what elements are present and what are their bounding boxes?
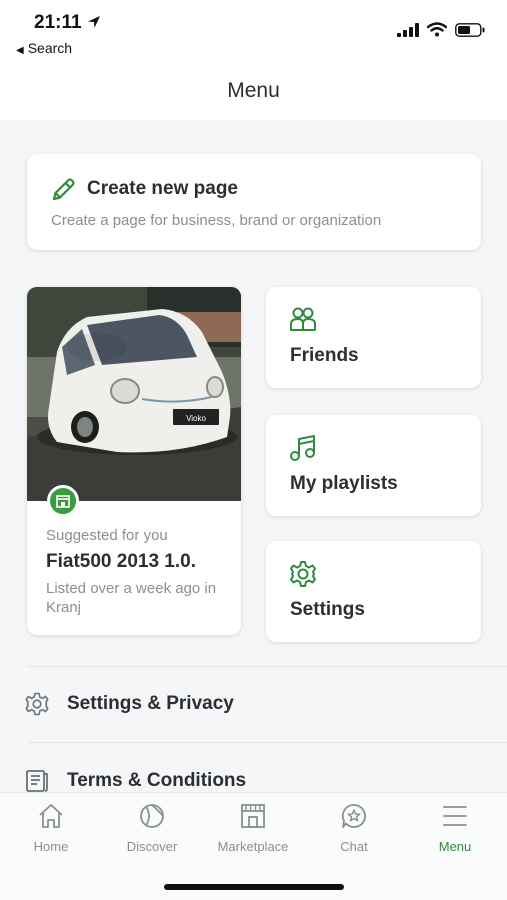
tab-discover-label: Discover [126,839,178,854]
terms-conditions-row[interactable]: Terms & Conditions [0,752,507,792]
tab-chat[interactable]: Chat [304,801,404,861]
create-new-page-card[interactable]: Create new page Create a page for busine… [27,154,481,250]
create-page-subtitle: Create a page for business, brand or org… [51,212,382,229]
document-icon [26,770,48,792]
listing-title: Fiat500 2013 1.0. [46,551,196,572]
suggested-listing-card[interactable]: Vioko Suggested for you Fiat500 2013 1.0… [27,287,241,635]
listing-photo: Vioko [27,287,241,501]
system-icons [397,22,485,37]
tab-home-label: Home [33,839,69,854]
status-time: 21:11 [34,12,82,33]
settings-label: Settings [290,599,365,620]
tab-menu-label: Menu [438,839,472,854]
menu-content[interactable]: Create new page Create a page for busine… [0,120,507,792]
wifi-icon [427,22,447,37]
settings-privacy-row[interactable]: Settings & Privacy [0,675,507,735]
license-plate-text: Vioko [186,414,206,423]
gear-outline-icon [25,692,49,716]
ball-icon [140,804,164,828]
create-page-title: Create new page [87,178,238,199]
friends-tile[interactable]: Friends [266,287,481,388]
location-arrow-icon [88,16,100,28]
cellular-signal-icon [397,22,419,37]
back-triangle-icon: ◀ [16,45,24,56]
battery-icon [455,22,485,37]
tab-marketplace[interactable]: Marketplace [203,801,303,861]
tab-marketplace-label: Marketplace [217,839,289,854]
music-note-icon [290,435,315,461]
back-search-label: Search [27,40,73,56]
marketplace-badge [47,485,79,517]
pencil-icon [52,178,75,201]
settings-tile[interactable]: Settings [266,541,481,642]
page-title: Menu [227,79,280,102]
playlists-label: My playlists [290,473,398,494]
divider [27,666,507,667]
navigation-bar: Menu [0,66,507,120]
marketplace-icon [56,495,70,508]
suggested-label: Suggested for you [46,527,168,544]
tab-home[interactable]: Home [1,801,101,861]
storefront-icon [241,804,265,828]
status-bar: 21:11 ◀ Search [0,0,507,66]
gear-icon [290,561,316,587]
chat-star-icon [341,804,366,828]
settings-privacy-label: Settings & Privacy [67,693,234,714]
friends-icon [290,307,316,331]
tab-discover[interactable]: Discover [102,801,202,861]
terms-conditions-label: Terms & Conditions [67,770,247,791]
back-to-search-link[interactable]: ◀ Search [16,40,72,56]
menu-icon [443,806,467,826]
tab-chat-label: Chat [340,839,368,854]
playlists-tile[interactable]: My playlists [266,415,481,516]
home-icon [39,804,63,828]
home-indicator [164,884,344,890]
divider [27,742,507,743]
tab-menu[interactable]: Menu [405,801,505,861]
listing-meta: Listed over a week ago in Kranj [46,580,217,616]
friends-label: Friends [290,345,359,366]
